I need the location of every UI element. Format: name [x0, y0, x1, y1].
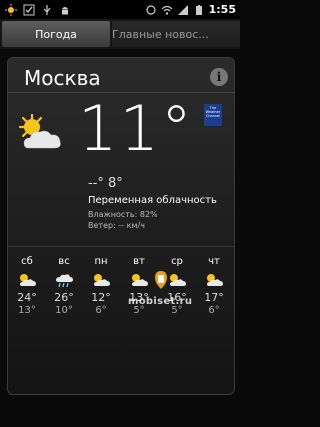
checkbox-notification-icon: [23, 4, 35, 15]
sync-icon: [146, 4, 156, 15]
current-temperature: 11°: [78, 92, 194, 165]
usb-icon: [43, 4, 51, 15]
forecast-day[interactable]: пн 12° 6°: [82, 256, 120, 316]
wind-text: Ветер: -- км/ч: [88, 221, 145, 230]
forecast-day[interactable]: вт 13° 5°: [120, 256, 158, 316]
tab-bar: Погода Главные новос...: [0, 19, 240, 49]
partly-cloudy-icon: [132, 274, 148, 286]
forecast-day[interactable]: вс 26° 10°: [45, 256, 83, 316]
tab-top-news[interactable]: Главные новос...: [112, 21, 240, 47]
forecast-day[interactable]: чт 17° 6°: [195, 256, 233, 316]
watermark-text: mobiset.ru: [128, 296, 193, 307]
forecast-day-name: вт: [133, 256, 145, 267]
info-button[interactable]: i: [210, 68, 228, 86]
weather-card: Москва i 11° The Weather Channel --° 8° …: [7, 57, 235, 395]
forecast-day[interactable]: сб 24° 13°: [8, 256, 46, 316]
humidity-text: Влажность: 82%: [88, 210, 158, 219]
forecast-high: 24°: [17, 291, 37, 304]
divider: [8, 246, 234, 247]
forecast-day-name: ср: [171, 256, 183, 267]
partly-cloudy-large-icon: [18, 114, 61, 149]
partly-cloudy-icon: [207, 274, 223, 286]
weather-channel-logo[interactable]: The Weather Channel: [204, 104, 222, 126]
forecast-low: 13°: [18, 305, 36, 316]
hi-lo-temperature: --° 8°: [88, 176, 123, 191]
watermark-pin-icon: [155, 271, 167, 289]
clock: 1:55: [208, 3, 236, 16]
forecast-high: 26°: [54, 291, 74, 304]
forecast-low: 6°: [95, 305, 107, 316]
forecast-low: 10°: [55, 305, 73, 316]
partly-cloudy-icon: [20, 274, 36, 286]
status-bar: 1:55: [0, 0, 240, 19]
forecast-day-name: чт: [208, 256, 220, 267]
forecast-high: 17°: [204, 291, 224, 304]
forecast-low: 6°: [208, 305, 220, 316]
weather-description: Переменная облачность: [88, 195, 217, 206]
battery-icon: [195, 4, 202, 15]
rain-cloud-icon: [56, 274, 73, 288]
partly-cloudy-icon: [170, 274, 186, 286]
tab-weather[interactable]: Погода: [2, 21, 110, 47]
signal-icon: [177, 4, 188, 15]
forecast-high: 12°: [91, 291, 111, 304]
tab-top-news-label: Главные новос...: [112, 27, 209, 41]
forecast-day-name: вс: [58, 256, 70, 267]
city-name: Москва: [24, 66, 101, 90]
android-icon: [62, 6, 68, 14]
wifi-icon: [161, 5, 173, 15]
forecast-day-name: сб: [21, 256, 33, 267]
partly-cloudy-icon: [94, 274, 110, 286]
forecast-row: сб 24° 13° вс 26° 10° пн 12° 6° вт 13° 5…: [8, 256, 234, 346]
forecast-day-name: пн: [94, 256, 108, 267]
sun-notification-icon: [5, 3, 17, 16]
